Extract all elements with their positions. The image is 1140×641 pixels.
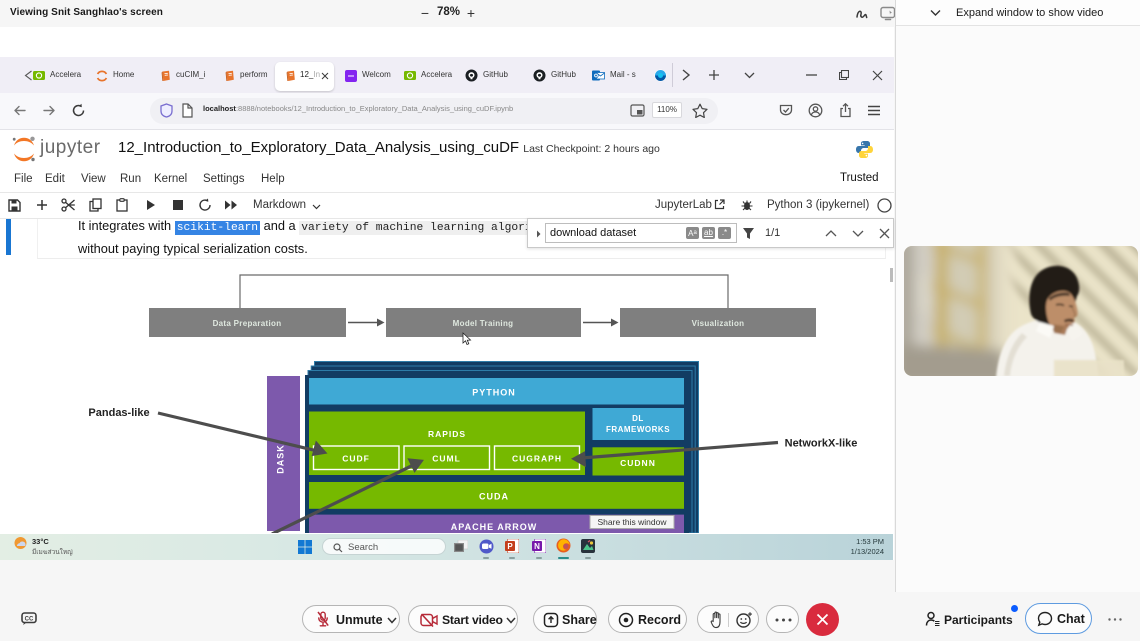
svg-text:CUML: CUML: [432, 454, 461, 464]
svg-text:Visualization: Visualization: [692, 319, 745, 328]
svg-text:RAPIDS: RAPIDS: [428, 429, 466, 439]
svg-text:CC: CC: [25, 616, 34, 622]
svg-text:CUGRAPH: CUGRAPH: [512, 454, 562, 464]
svg-text:FRAMEWORKS: FRAMEWORKS: [606, 425, 670, 434]
svg-text:Model Training: Model Training: [453, 319, 514, 328]
svg-text:Share this window: Share this window: [598, 517, 668, 527]
svg-text:PYTHON: PYTHON: [472, 388, 516, 398]
svg-text:CUDA: CUDA: [479, 492, 509, 502]
svg-text:NetworkX-like: NetworkX-like: [785, 438, 858, 450]
svg-text:CUDF: CUDF: [342, 454, 370, 464]
svg-text:DL: DL: [632, 414, 644, 423]
svg-text:DASK: DASK: [276, 444, 286, 474]
svg-text:APACHE ARROW: APACHE ARROW: [451, 522, 538, 532]
svg-text:N: N: [534, 542, 540, 551]
svg-text:CUDNN: CUDNN: [620, 458, 656, 468]
svg-text:Pandas-like: Pandas-like: [88, 407, 149, 419]
svg-text:Data Preparation: Data Preparation: [213, 319, 282, 328]
svg-text:P: P: [507, 542, 513, 551]
